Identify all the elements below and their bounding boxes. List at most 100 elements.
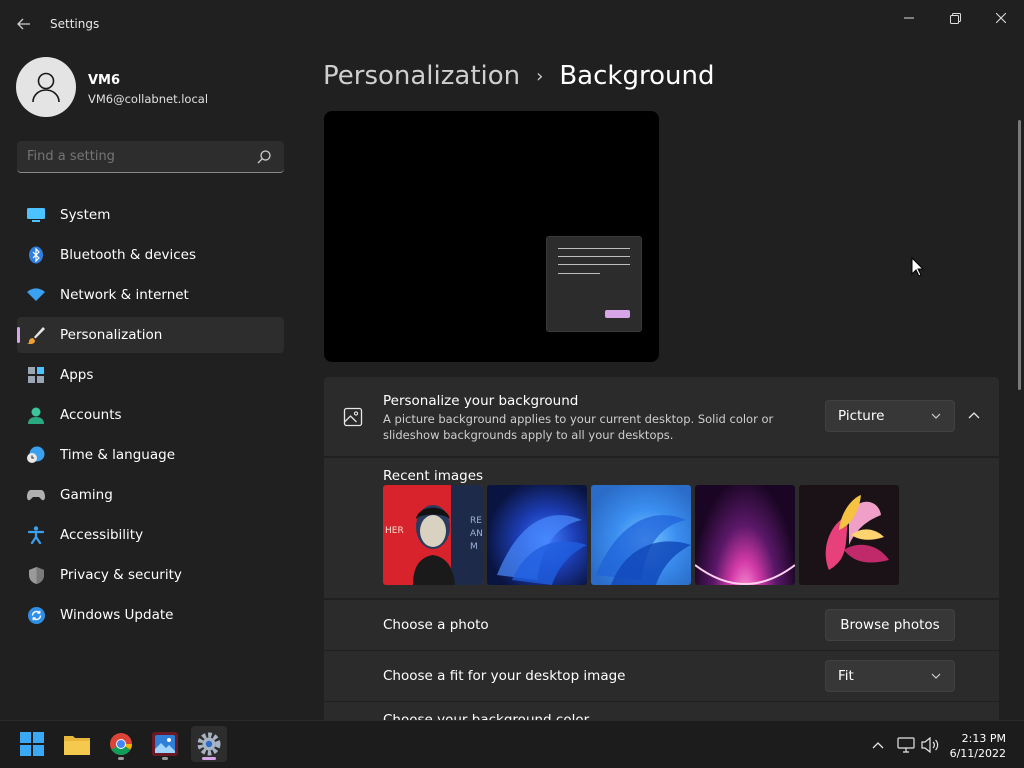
personalize-description: A picture background applies to your cur… bbox=[383, 412, 774, 442]
background-color-label: Choose your background color bbox=[383, 712, 590, 720]
title-bar: Settings bbox=[0, 0, 1024, 48]
clock-date: 6/11/2022 bbox=[949, 747, 1006, 760]
search-box[interactable] bbox=[17, 141, 284, 173]
update-icon bbox=[27, 606, 45, 624]
search-icon[interactable] bbox=[256, 149, 272, 165]
sidebar-item-accessibility[interactable]: Accessibility bbox=[17, 517, 284, 553]
sidebar-item-accounts[interactable]: Accounts bbox=[17, 397, 284, 433]
sidebar-item-bluetooth[interactable]: Bluetooth & devices bbox=[17, 237, 284, 273]
choose-fit-row: Choose a fit for your desktop image Fit bbox=[324, 651, 999, 701]
sidebar-item-time-language[interactable]: Time & language bbox=[17, 437, 284, 473]
back-button[interactable] bbox=[12, 12, 36, 36]
close-button[interactable] bbox=[983, 8, 1019, 28]
chevron-down-icon bbox=[931, 673, 941, 679]
collapse-button[interactable] bbox=[962, 404, 986, 428]
windows-start-icon bbox=[20, 732, 44, 756]
accounts-icon bbox=[27, 406, 45, 424]
accessibility-icon bbox=[27, 526, 45, 544]
bluetooth-icon bbox=[27, 246, 45, 264]
chrome-icon bbox=[110, 733, 132, 755]
recent-images-label: Recent images bbox=[383, 468, 484, 484]
recent-image-4[interactable] bbox=[695, 485, 795, 585]
avatar[interactable] bbox=[16, 57, 76, 117]
close-icon bbox=[996, 13, 1006, 23]
minimize-icon bbox=[904, 17, 914, 19]
photos-icon bbox=[152, 732, 178, 756]
settings-icon bbox=[197, 732, 221, 756]
pink-flower-image bbox=[825, 495, 889, 570]
sidebar-nav: System Bluetooth & devices Network & int… bbox=[17, 197, 284, 637]
system-icon bbox=[27, 206, 45, 224]
taskbar-chrome[interactable] bbox=[103, 726, 139, 762]
file-explorer-icon bbox=[64, 736, 90, 755]
preview-accent-button bbox=[605, 310, 630, 318]
clock-time: 2:13 PM bbox=[961, 732, 1006, 745]
personalize-title: Personalize your background bbox=[383, 393, 579, 409]
taskbar-file-explorer[interactable] bbox=[59, 726, 95, 762]
network-tray-button[interactable] bbox=[896, 735, 916, 755]
minimize-button[interactable] bbox=[891, 8, 927, 28]
brush-icon bbox=[27, 326, 45, 344]
volume-icon bbox=[921, 737, 939, 753]
image-icon bbox=[343, 407, 363, 427]
breadcrumb: Personalization › Background bbox=[323, 58, 714, 94]
svg-text:RE: RE bbox=[470, 516, 482, 526]
breadcrumb-parent[interactable]: Personalization bbox=[323, 61, 520, 91]
background-type-dropdown[interactable]: Picture bbox=[825, 400, 955, 432]
taskbar-photos[interactable] bbox=[147, 726, 183, 762]
page-title: Background bbox=[559, 61, 715, 91]
desktop-preview bbox=[324, 111, 659, 362]
chevron-up-icon bbox=[968, 412, 980, 419]
recent-image-5[interactable] bbox=[799, 485, 899, 585]
network-icon bbox=[897, 737, 915, 753]
sidebar-item-personalization[interactable]: Personalization bbox=[17, 317, 284, 353]
choose-photo-row: Choose a photo Browse photos bbox=[324, 600, 999, 650]
choose-photo-label: Choose a photo bbox=[383, 617, 489, 633]
browse-photos-button[interactable]: Browse photos bbox=[825, 609, 955, 641]
scrollbar[interactable] bbox=[1018, 120, 1021, 390]
recent-image-1[interactable]: HER RE AN M bbox=[383, 485, 483, 585]
apps-icon bbox=[27, 366, 45, 384]
show-hidden-icons-button[interactable] bbox=[868, 735, 888, 755]
volume-tray-button[interactable] bbox=[920, 735, 940, 755]
restore-button[interactable] bbox=[937, 8, 973, 28]
sidebar-item-windows-update[interactable]: Windows Update bbox=[17, 597, 284, 633]
sidebar-item-system[interactable]: System bbox=[17, 197, 284, 233]
chevron-right-icon: › bbox=[536, 65, 544, 87]
taskbar-settings[interactable] bbox=[191, 726, 227, 762]
gamepad-icon bbox=[27, 486, 45, 504]
wifi-icon bbox=[27, 286, 45, 304]
chevron-down-icon bbox=[931, 413, 941, 419]
choose-fit-label: Choose a fit for your desktop image bbox=[383, 668, 626, 684]
fit-dropdown[interactable]: Fit bbox=[825, 660, 955, 692]
sidebar-item-network[interactable]: Network & internet bbox=[17, 277, 284, 313]
sidebar-item-apps[interactable]: Apps bbox=[17, 357, 284, 393]
start-button[interactable] bbox=[14, 726, 50, 762]
mouse-cursor-icon bbox=[911, 257, 924, 277]
shield-icon bbox=[27, 566, 45, 584]
user-name: VM6 bbox=[88, 73, 121, 88]
svg-text:AN: AN bbox=[470, 529, 483, 539]
back-arrow-icon bbox=[17, 18, 30, 30]
sidebar-item-privacy[interactable]: Privacy & security bbox=[17, 557, 284, 593]
taskbar: 2:13 PM 6/11/2022 bbox=[0, 720, 1024, 768]
recent-image-3[interactable] bbox=[591, 485, 691, 585]
blue-bloom-dark-image bbox=[497, 515, 587, 585]
personalize-background-card: Personalize your background A picture ba… bbox=[324, 377, 999, 456]
globe-clock-icon bbox=[27, 446, 45, 464]
svg-text:M: M bbox=[470, 542, 478, 552]
chevron-up-icon bbox=[872, 742, 884, 749]
app-title: Settings bbox=[50, 17, 100, 31]
user-icon bbox=[32, 72, 60, 103]
restore-icon bbox=[949, 12, 961, 24]
sidebar-item-gaming[interactable]: Gaming bbox=[17, 477, 284, 513]
preview-window bbox=[546, 236, 642, 332]
poster-image: HER RE AN M bbox=[383, 485, 483, 585]
recent-images-card: Recent images HER RE AN M bbox=[324, 458, 999, 598]
system-clock[interactable]: 2:13 PM 6/11/2022 bbox=[946, 731, 1006, 761]
search-input[interactable] bbox=[27, 149, 247, 164]
recent-image-2[interactable] bbox=[487, 485, 587, 585]
blue-bloom-light-image bbox=[596, 515, 691, 585]
purple-glow-image bbox=[695, 564, 795, 585]
svg-text:HER: HER bbox=[385, 526, 404, 536]
